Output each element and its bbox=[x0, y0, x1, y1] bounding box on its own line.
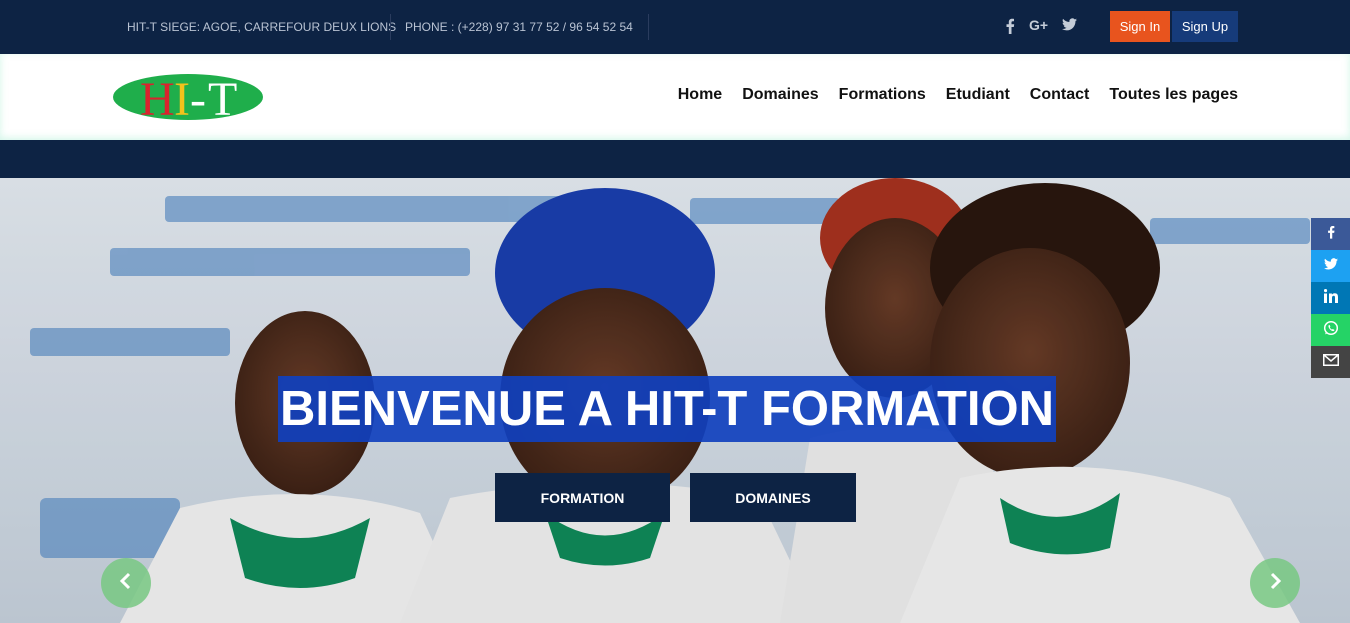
google-plus-icon[interactable]: G+ bbox=[1029, 17, 1051, 33]
divider bbox=[390, 14, 391, 40]
sign-up-button[interactable]: Sign Up bbox=[1172, 11, 1238, 42]
top-bar: HIT-T SIEGE: AGOE, CARREFOUR DEUX LIONS … bbox=[0, 0, 1350, 54]
share-whatsapp-button[interactable] bbox=[1311, 314, 1350, 346]
chevron-right-icon bbox=[1268, 572, 1282, 595]
nav-item-domaines[interactable]: Domaines bbox=[742, 86, 818, 104]
svg-text:-: - bbox=[190, 73, 206, 121]
twitter-icon[interactable] bbox=[1062, 18, 1077, 31]
address-text: HIT-T SIEGE: AGOE, CARREFOUR DEUX LIONS bbox=[127, 20, 397, 34]
hero-slider: BIENVENUE A HIT-T FORMATION FORMATION DO… bbox=[0, 178, 1350, 623]
nav-item-toutes-les-pages[interactable]: Toutes les pages bbox=[1109, 86, 1238, 104]
svg-text:T: T bbox=[208, 73, 237, 121]
nav-item-formations[interactable]: Formations bbox=[839, 86, 926, 104]
share-linkedin-button[interactable] bbox=[1311, 282, 1350, 314]
nav-item-home[interactable]: Home bbox=[678, 86, 722, 104]
svg-text:I: I bbox=[174, 73, 190, 121]
svg-text:H: H bbox=[140, 73, 175, 121]
twitter-icon bbox=[1323, 257, 1338, 275]
whatsapp-icon bbox=[1323, 320, 1339, 341]
phone-text: PHONE : (+228) 97 31 77 52 / 96 54 52 54 bbox=[405, 20, 633, 34]
formation-button[interactable]: FORMATION bbox=[495, 473, 670, 522]
divider bbox=[648, 14, 649, 40]
hero-title: BIENVENUE A HIT-T FORMATION bbox=[278, 376, 1056, 442]
main-nav: Home Domaines Formations Etudiant Contac… bbox=[678, 86, 1238, 104]
facebook-icon bbox=[1326, 224, 1336, 245]
email-icon bbox=[1322, 353, 1339, 371]
facebook-icon[interactable] bbox=[1004, 18, 1016, 34]
linkedin-icon bbox=[1323, 288, 1338, 308]
logo[interactable]: H I - T bbox=[113, 73, 263, 126]
sign-in-button[interactable]: Sign In bbox=[1110, 11, 1170, 42]
chevron-left-icon bbox=[119, 572, 133, 595]
nav-item-etudiant[interactable]: Etudiant bbox=[946, 86, 1010, 104]
header-band bbox=[0, 140, 1350, 178]
domaines-button[interactable]: DOMAINES bbox=[690, 473, 856, 522]
slider-prev-button[interactable] bbox=[101, 558, 151, 608]
nav-item-contact[interactable]: Contact bbox=[1030, 86, 1090, 104]
share-twitter-button[interactable] bbox=[1311, 250, 1350, 282]
share-facebook-button[interactable] bbox=[1311, 218, 1350, 250]
slider-next-button[interactable] bbox=[1250, 558, 1300, 608]
svg-text:G+: G+ bbox=[1029, 17, 1048, 33]
share-email-button[interactable] bbox=[1311, 346, 1350, 378]
